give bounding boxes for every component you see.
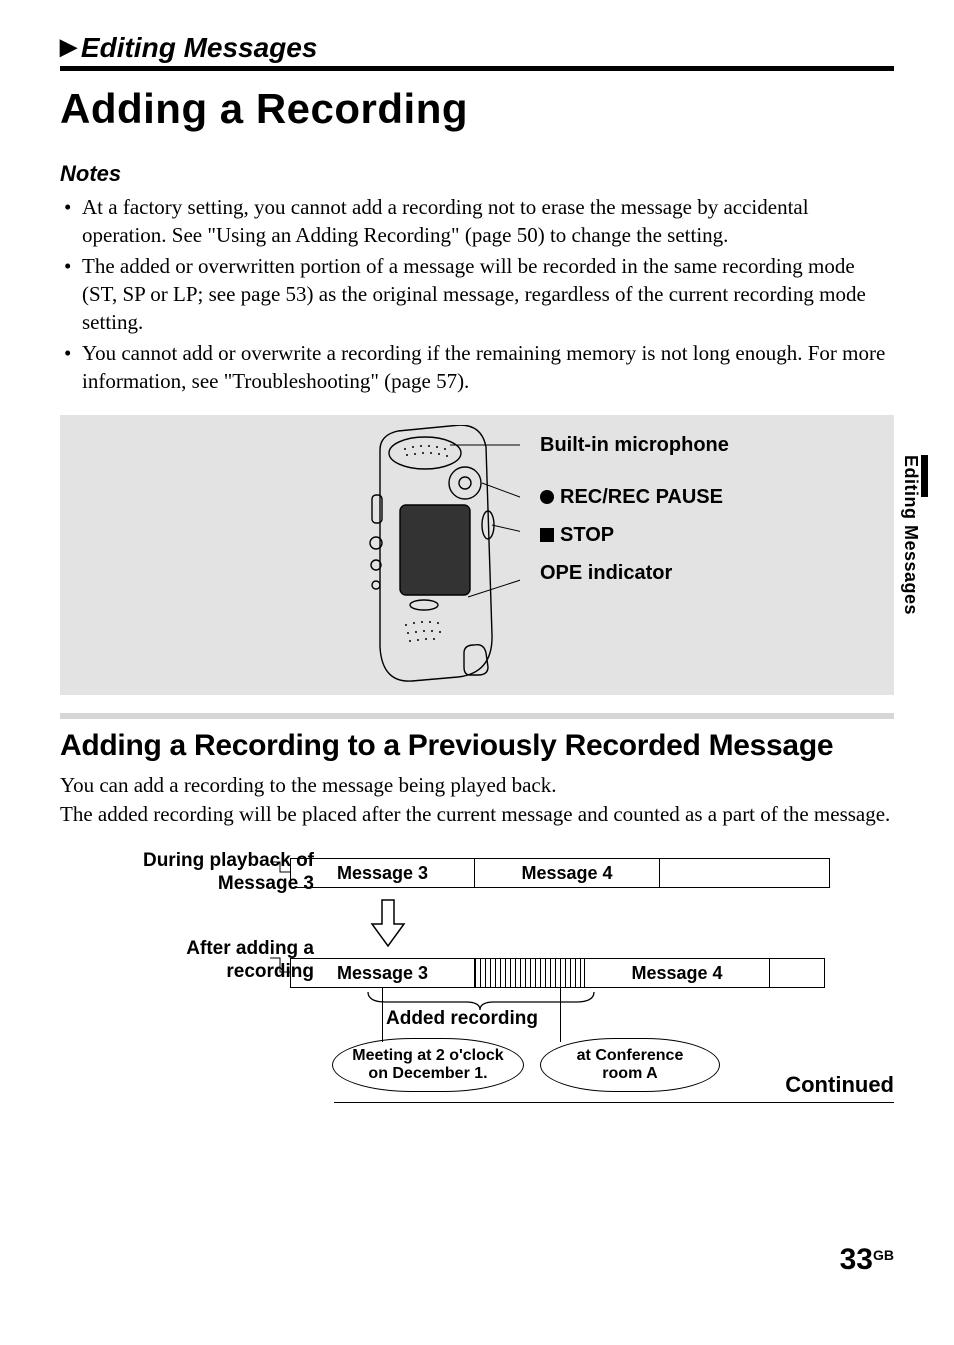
device-illustration <box>310 425 520 685</box>
record-dot-icon <box>540 490 554 504</box>
callout-stop: STOP <box>540 525 729 545</box>
note-item: At a factory setting, you cannot add a r… <box>60 193 894 250</box>
diagram-row-after: Message 3 Message 4 <box>290 958 825 988</box>
continued-rule <box>334 1102 894 1103</box>
device-illustration-panel: Built-in microphone REC/REC PAUSE STOP O… <box>60 415 894 695</box>
side-tab: Editing Messages <box>906 455 928 615</box>
callout-group: Built-in microphone REC/REC PAUSE STOP O… <box>540 435 729 601</box>
diagram-row-before: Message 3 Message 4 <box>290 858 830 888</box>
speech-bubble-1: Meeting at 2 o'clock on December 1. <box>332 1038 524 1092</box>
page-number-value: 33 <box>840 1243 873 1276</box>
message-diagram: During playback of Message 3 After addin… <box>60 850 894 1130</box>
brace-icon <box>366 990 596 1010</box>
bubble-connector <box>560 988 561 1042</box>
notes-heading: Notes <box>60 161 894 187</box>
segment-added <box>475 958 585 988</box>
triangle-icon: ▶ <box>60 34 77 60</box>
segment-tail <box>770 958 825 988</box>
side-tab-bar <box>921 455 928 497</box>
callout-stop-text: STOP <box>560 525 614 545</box>
stop-square-icon <box>540 528 554 542</box>
section-header-text: Editing Messages <box>81 32 318 64</box>
callout-rec-text: REC/REC PAUSE <box>560 487 723 507</box>
added-recording-label: Added recording <box>386 1008 538 1030</box>
callout-rec: REC/REC PAUSE <box>540 487 729 507</box>
segment-msg3: Message 3 <box>290 858 475 888</box>
callout-mic-text: Built-in microphone <box>540 435 729 455</box>
note-item: The added or overwritten portion of a me… <box>60 252 894 337</box>
note-item: You cannot add or overwrite a recording … <box>60 339 894 396</box>
callout-ope-text: OPE indicator <box>540 563 672 583</box>
segment-msg3: Message 3 <box>290 958 475 988</box>
page-title: Adding a Recording <box>60 85 894 133</box>
section-header: ▶ Editing Messages <box>60 32 894 71</box>
body-paragraph: You can add a recording to the message b… <box>60 771 894 828</box>
callout-mic: Built-in microphone <box>540 435 729 455</box>
subheading: Adding a Recording to a Previously Recor… <box>60 729 894 763</box>
speech-bubble-2: at Conference room A <box>540 1038 720 1092</box>
callout-ope: OPE indicator <box>540 563 729 583</box>
divider <box>60 713 894 719</box>
page-number-suffix: GB <box>873 1247 894 1263</box>
segment-msg4: Message 4 <box>475 858 660 888</box>
segment-msg4: Message 4 <box>585 958 770 988</box>
arrow-down-icon <box>368 898 408 950</box>
side-tab-text: Editing Messages <box>901 455 921 615</box>
bubble-connector <box>382 988 383 1042</box>
segment-empty <box>660 858 830 888</box>
continued-label: Continued <box>785 1072 894 1102</box>
notes-list: At a factory setting, you cannot add a r… <box>60 193 894 395</box>
page-number: 33GB <box>840 1243 894 1277</box>
